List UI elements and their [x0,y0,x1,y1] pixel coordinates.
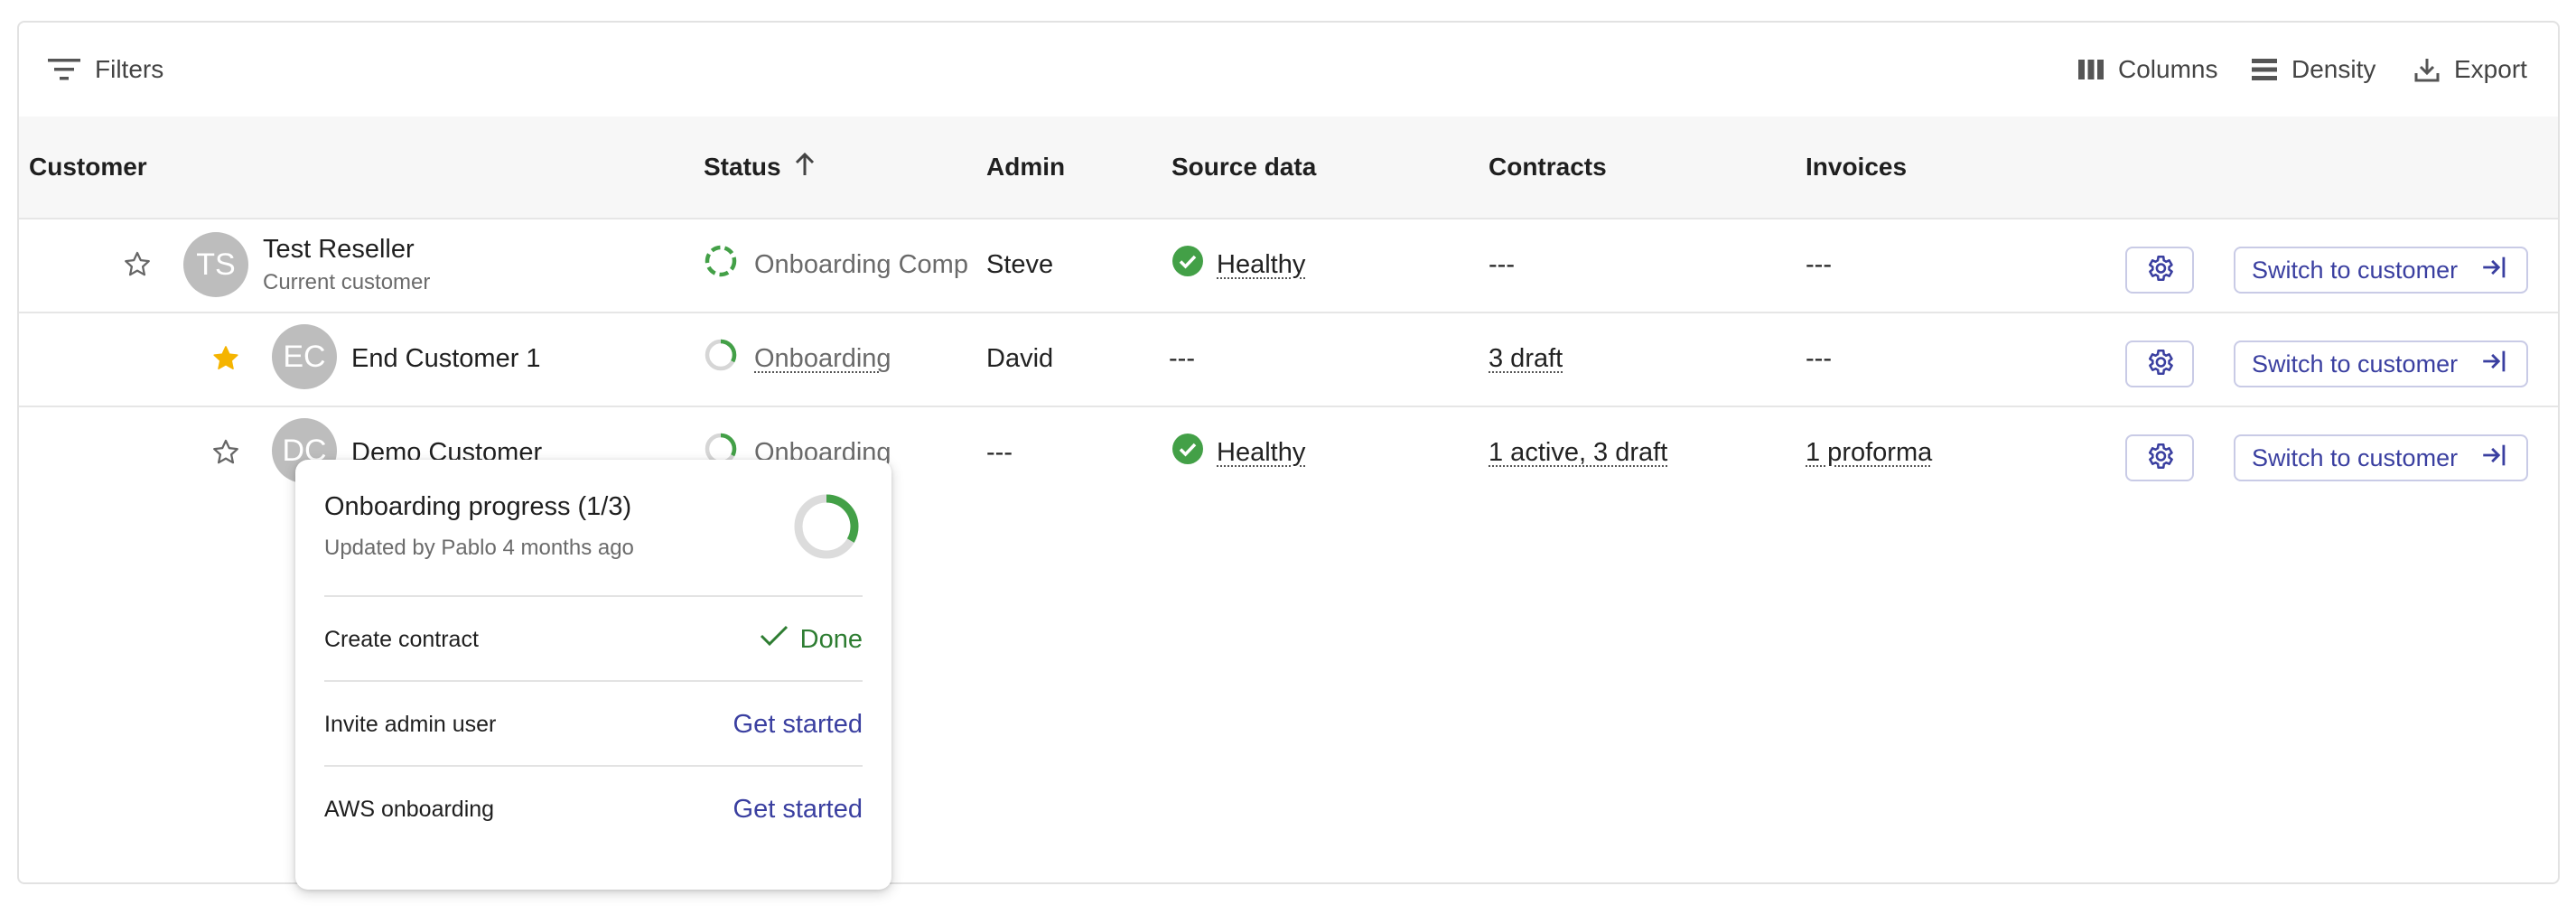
grid-header: Customer Status Admin Source data Contra… [19,117,2558,219]
switch-button-label: Switch to customer [2252,256,2459,284]
get-started-link[interactable]: Get started [733,710,863,740]
density-label: Density [2291,55,2376,83]
admin-cell: David [986,343,1054,373]
onboarding-step: Create contract Done [324,595,863,682]
source-data-status: Healthy [1217,249,1306,279]
filter-icon [46,55,82,84]
login-icon [2479,440,2510,477]
step-label: AWS onboarding [324,796,495,822]
filters-button[interactable]: Filters [46,23,163,117]
check-circle-icon [1171,245,1204,284]
step-label: Create contract [324,626,479,652]
source-data-cell: --- [1169,343,1195,373]
filters-label: Filters [95,55,164,83]
contracts-cell: --- [1489,249,1515,279]
download-icon [2413,55,2441,84]
column-label-contracts: Contracts [1489,153,1607,181]
customer-name-block: End Customer 1 [351,312,541,406]
customer-name[interactable]: Test Reseller [263,235,430,265]
status-cell[interactable]: Onboarding [704,312,985,406]
login-icon [2479,252,2510,289]
customer-name-block: Test Reseller Current customer [263,218,430,312]
table-row: TS Test Reseller Current customer Onboar… [19,218,2558,313]
switch-to-customer-button[interactable]: Switch to customer [2234,434,2528,481]
admin-cell: --- [986,437,1013,467]
column-header-status[interactable]: Status [704,117,817,218]
status-text: Onboarding [754,343,891,373]
settings-button[interactable] [2125,434,2194,481]
check-circle-icon [1171,433,1204,472]
step-done-label: Done [799,624,863,654]
get-started-link[interactable]: Get started [733,795,863,825]
table-row: EC End Customer 1 Onboarding David --- 3… [19,312,2558,407]
contracts-cell[interactable]: 1 active, 3 draft [1489,406,1667,499]
invoices-cell: --- [1806,249,1832,279]
density-button[interactable]: Density [2250,23,2375,117]
login-icon [2479,346,2510,383]
column-label-customer: Customer [29,153,147,181]
popover-subtitle: Updated by Pablo 4 months ago [324,536,634,560]
check-icon [759,622,789,657]
onboarding-step: AWS onboarding Get started [324,765,863,852]
gear-icon [2144,441,2175,476]
status-cell[interactable]: Onboarding Comp [704,218,985,312]
progress-ring-icon [792,492,861,565]
settings-button[interactable] [2125,340,2194,387]
status-text: Onboarding Comp [754,249,968,279]
grid-toolbar: Filters Columns Density Export [19,23,2558,117]
avatar: TS [183,232,248,297]
step-label: Invite admin user [324,711,497,737]
avatar: EC [272,324,337,389]
columns-icon [2077,57,2105,82]
switch-to-customer-button[interactable]: Switch to customer [2234,247,2528,294]
export-label: Export [2454,55,2527,83]
columns-button[interactable]: Columns [2077,23,2217,117]
column-header-source-data[interactable]: Source data [1171,117,1316,218]
column-label-status: Status [704,153,781,181]
favorite-star-icon[interactable] [122,218,153,312]
column-header-customer[interactable]: Customer [29,117,147,218]
switch-button-label: Switch to customer [2252,443,2459,471]
customer-subtitle: Current customer [263,269,431,294]
column-label-source-data: Source data [1171,153,1317,181]
progress-ring-icon [704,338,738,379]
contracts-cell[interactable]: 3 draft [1489,312,1563,406]
density-icon [2250,57,2279,82]
sort-ascending-icon [792,151,817,184]
source-data-cell[interactable]: Healthy [1171,218,1305,312]
export-button[interactable]: Export [2413,23,2527,117]
column-header-invoices[interactable]: Invoices [1806,117,1907,218]
columns-label: Columns [2118,55,2218,83]
column-header-contracts[interactable]: Contracts [1489,117,1607,218]
invoices-cell[interactable]: 1 proforma [1806,406,1932,499]
admin-cell: Steve [986,249,1054,279]
customer-name[interactable]: End Customer 1 [351,344,541,374]
switch-button-label: Switch to customer [2252,350,2459,378]
column-label-invoices: Invoices [1806,153,1908,181]
onboarding-progress-popover: Onboarding progress (1/3) Updated by Pab… [295,460,891,890]
favorite-star-icon[interactable] [210,406,241,499]
column-header-admin[interactable]: Admin [986,117,1065,218]
invoices-cell: --- [1806,343,1832,373]
favorite-star-filled-icon[interactable] [210,312,241,406]
gear-icon [2144,253,2175,288]
switch-to-customer-button[interactable]: Switch to customer [2234,340,2528,387]
settings-button[interactable] [2125,247,2194,294]
progress-ring-icon [704,244,738,285]
gear-icon [2144,347,2175,382]
onboarding-step: Invite admin user Get started [324,680,863,767]
popover-title: Onboarding progress (1/3) [324,492,632,521]
source-data-status: Healthy [1217,437,1306,467]
source-data-cell[interactable]: Healthy [1171,406,1305,499]
step-done-status: Done [759,622,863,657]
column-label-admin: Admin [986,153,1066,181]
